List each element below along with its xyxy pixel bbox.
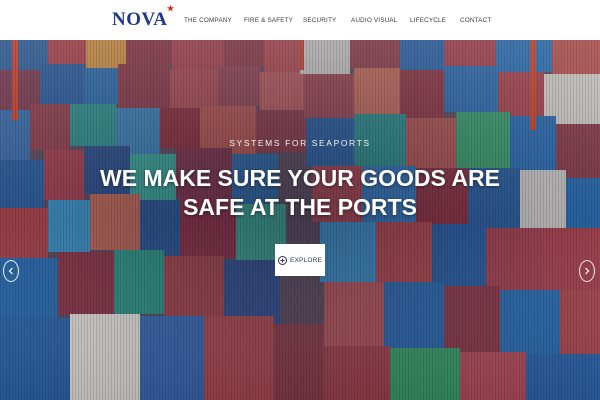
slider-next-button[interactable] bbox=[579, 260, 595, 282]
nav-item-audio-visual[interactable]: AUDIO VISUAL bbox=[351, 17, 398, 24]
chevron-right-icon bbox=[585, 267, 590, 275]
hero-kicker: SYSTEMS FOR SEAPORTS bbox=[229, 138, 371, 148]
logo-wordmark: NOVA ★ bbox=[112, 4, 174, 31]
explore-button-label: EXPLORE bbox=[289, 256, 323, 264]
nav-item-contact[interactable]: CONTACT bbox=[460, 17, 491, 24]
chevron-left-icon bbox=[8, 267, 13, 275]
nav-item-fire-safety[interactable]: FIRE & SAFETY bbox=[244, 17, 293, 24]
site-header: NOVA ★ THE COMPANY FIRE & SAFETY SECURIT… bbox=[0, 0, 600, 40]
slider-prev-button[interactable] bbox=[3, 260, 19, 282]
nova-logo[interactable]: NOVA ★ bbox=[112, 4, 174, 32]
logo-text: NOVA bbox=[112, 9, 168, 30]
nav-item-the-company[interactable]: THE COMPANY bbox=[184, 17, 232, 24]
hero-title-line-1: WE MAKE SURE YOUR GOODS ARE bbox=[100, 165, 500, 191]
nav-item-lifecycle[interactable]: LIFECYCLE bbox=[410, 17, 446, 24]
logo-star-icon: ★ bbox=[166, 4, 175, 13]
explore-button[interactable]: EXPLORE bbox=[275, 244, 325, 276]
plus-circle-icon bbox=[277, 255, 287, 265]
hero-slider: SYSTEMS FOR SEAPORTS WE MAKE SURE YOUR G… bbox=[0, 40, 600, 400]
nav-item-security[interactable]: SECURITY bbox=[303, 17, 336, 24]
hero-title-line-2: SAFE AT THE PORTS bbox=[183, 194, 417, 220]
hero-content: SYSTEMS FOR SEAPORTS WE MAKE SURE YOUR G… bbox=[0, 40, 600, 400]
hero-title: WE MAKE SURE YOUR GOODS ARE SAFE AT THE … bbox=[0, 164, 600, 222]
